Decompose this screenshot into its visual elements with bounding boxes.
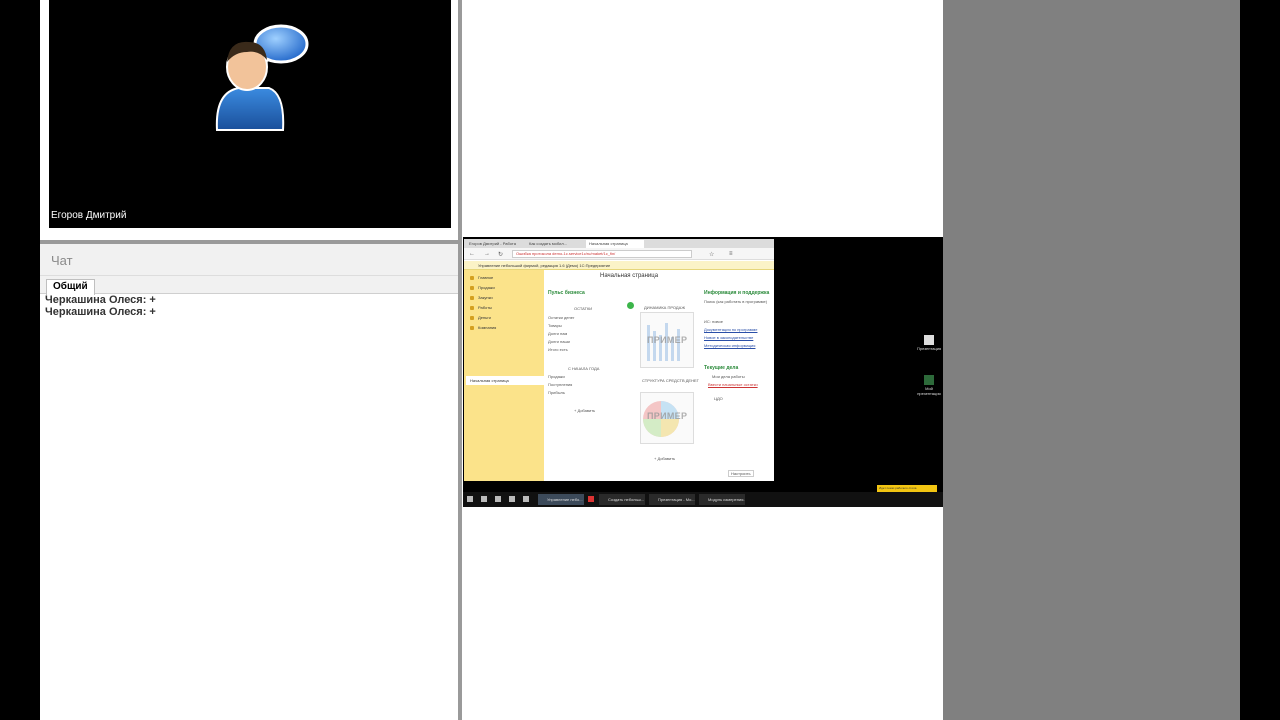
taskbar-app[interactable]: Управление небо... (538, 494, 584, 505)
presentation-icon (924, 335, 934, 345)
info-title: Информация и поддержка (704, 290, 770, 296)
sample-watermark: ПРИМЕР (647, 411, 688, 421)
menu-icon[interactable]: ≡ (729, 251, 733, 257)
store-icon[interactable] (523, 496, 529, 502)
pulse-title: Пульс бизнеса (548, 290, 585, 296)
presenter-name: Егоров Дмитрий (51, 210, 127, 221)
shared-screen: Егоров Дмитрий - Работа Как создать моби… (463, 237, 943, 507)
task-item[interactable]: Ввести начальные остатки (708, 382, 758, 387)
browser-tab[interactable]: Как создать мобил... (526, 240, 584, 248)
works-icon (470, 306, 474, 310)
taskbar-app[interactable]: Создать небольш... (599, 494, 645, 505)
taskview-icon[interactable] (495, 496, 501, 502)
remains-item[interactable]: Долги наши (548, 339, 570, 344)
money-chart: ПРИМЕР (640, 392, 694, 444)
right-gutter (943, 0, 1240, 720)
browser-tab-active[interactable]: Начальная страница (586, 240, 644, 248)
add-widget-icon[interactable] (627, 302, 634, 309)
sidebar-item-home-page[interactable]: Начальная страница (470, 378, 509, 383)
browser-tabbar: Егоров Дмитрий - Работа Как создать моби… (464, 239, 774, 248)
sample-watermark: ПРИМЕР (647, 335, 688, 345)
remains-item[interactable]: Итого есть (548, 347, 568, 352)
add-chart-link[interactable]: + Добавить (654, 456, 675, 461)
chat-title: Чат (51, 253, 73, 268)
user-avatar-icon (215, 24, 309, 131)
chat-message: Черкашина Олеся: + (45, 306, 156, 318)
info-link[interactable]: Документация по программе (704, 327, 757, 332)
sales-chart-title: ДИНАМИКА ПРОДАЖ (644, 305, 686, 310)
forward-icon[interactable]: → (484, 251, 490, 257)
opera-icon[interactable] (588, 496, 594, 502)
task-item[interactable]: Мои дела работы (712, 374, 745, 379)
browser-window: Егоров Дмитрий - Работа Как создать моби… (464, 239, 774, 481)
year-item[interactable]: Прибыль (548, 390, 565, 395)
sidebar-item-main[interactable]: Главное (478, 275, 493, 280)
chat-message: Черкашина Олеся: + (45, 294, 156, 306)
screen-share-panel: Егоров Дмитрий - Работа Как создать моби… (462, 0, 943, 720)
sidebar-item-money[interactable]: Деньги (478, 315, 491, 320)
info-news-label: ИС: новое (704, 319, 723, 324)
remains-item[interactable]: Долги нам (548, 331, 567, 336)
browser-navbar: ← → ↻ Ошибка протокола demo-1c.service1c… (464, 248, 774, 260)
chat-header: Чат (40, 244, 458, 276)
reload-icon[interactable]: ↻ (498, 251, 503, 258)
browser-tab[interactable]: Егоров Дмитрий - Работа (466, 240, 524, 248)
money-chart-title: СТРУКТУРА СРЕДСТВ ДЕНЕГ (642, 378, 699, 383)
presenter-video: Егоров Дмитрий (49, 0, 451, 228)
page-title: Начальная страница (600, 273, 659, 279)
info-link[interactable]: Новое в законодательстве (704, 335, 753, 340)
remains-item[interactable]: Товары (548, 323, 562, 328)
conference-app: { "presenter": { "name": "Егоров Дмитрий… (0, 0, 1280, 720)
configure-button[interactable]: Настроить (728, 470, 754, 477)
taskbar-app[interactable]: Презентация - Мо... (649, 494, 695, 505)
sidebar-item-sales[interactable]: Продажи (478, 285, 495, 290)
tasks-title: Текущие дела (704, 365, 739, 371)
info-link[interactable]: Методическая информация (704, 343, 755, 348)
app-sidebar: Главное Продажи Закупки Работы Деньги Ко… (464, 270, 544, 481)
search-icon[interactable] (481, 496, 487, 502)
tab-general[interactable]: Общий (46, 279, 95, 295)
home-icon (470, 276, 474, 280)
year-item[interactable]: Поступления (548, 382, 572, 387)
remains-title: ОСТАТКИ (574, 306, 593, 311)
company-icon (470, 326, 474, 330)
desktop-icon[interactable]: Презентация (917, 335, 941, 351)
sidebar-item-company[interactable]: Компания (478, 325, 496, 330)
app-titlebar: Управление небольшой фирмой, редакция 1.… (464, 261, 774, 270)
year-title: С НАЧАЛА ГОДА (568, 366, 600, 371)
remains-item[interactable]: Остатки денег (548, 315, 574, 320)
windows-taskbar: Управление небо... Создать небольш... Пр… (463, 492, 943, 507)
address-bar[interactable]: Ошибка протокола demo-1c.service1c/ru/ma… (512, 250, 692, 258)
sidebar-item-works[interactable]: Работы (478, 305, 492, 310)
folder-icon (924, 375, 934, 385)
start-icon[interactable] (467, 496, 473, 502)
chat-tabs: Общий (40, 276, 458, 295)
purchases-icon (470, 296, 474, 300)
explorer-icon[interactable] (509, 496, 515, 502)
task-item[interactable]: ЦДО (714, 396, 723, 401)
add-pulse-link[interactable]: + Добавить (574, 408, 595, 413)
app-content: Начальная страница Пульс бизнеса ОСТАТКИ… (544, 270, 774, 481)
sidebar-item-purchases[interactable]: Закупки (478, 295, 493, 300)
chat-messages: Черкашина Олеся: + Черкашина Олеся: + (45, 294, 156, 318)
star-icon[interactable]: ☆ (709, 251, 714, 258)
sales-chart: ПРИМЕР (640, 312, 694, 368)
back-icon[interactable]: ← (469, 251, 475, 257)
info-search-label: Поиск (как работать в программе) (704, 299, 768, 304)
sales-icon (470, 286, 474, 290)
left-panel: Егоров Дмитрий Чат Общий Черкашина Олеся… (40, 0, 458, 720)
year-item[interactable]: Продажи (548, 374, 565, 379)
desktop-icon[interactable]: Мой презентация (917, 375, 941, 396)
taskbar-app[interactable]: Модуль измерения... (699, 494, 745, 505)
notification-text: Идет показ рабочего стола (879, 486, 917, 490)
money-icon (470, 316, 474, 320)
